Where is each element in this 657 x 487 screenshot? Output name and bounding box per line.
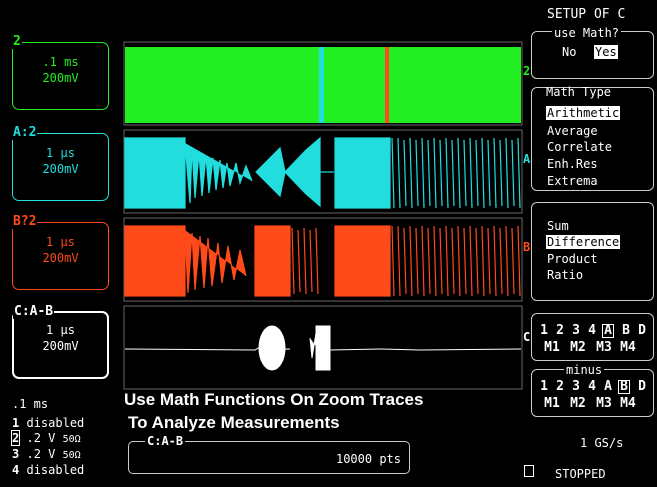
source1-1[interactable]: 1 [536, 323, 552, 338]
source1-2[interactable]: 2 [552, 323, 568, 338]
operation-sum[interactable]: Sum [547, 219, 569, 233]
math-type-extrema[interactable]: Extrema [547, 174, 598, 188]
math-type-arithmetic[interactable]: Arithmetic [546, 106, 621, 120]
source1-M4[interactable]: M4 [618, 340, 638, 355]
trace-B-waveform [124, 225, 521, 297]
channel-row-3[interactable]: 3 .2 V 50Ω [12, 447, 84, 463]
headline-line1: Use Math Functions On Zoom Traces [124, 390, 424, 409]
math-type-title: Math Type [546, 85, 612, 99]
trace-A-timebase: 1 μs [46, 146, 75, 160]
trace-2-descriptor[interactable]: 2 .1 ms 200mV [12, 34, 109, 110]
math-type-correlate[interactable]: Correlate [547, 140, 612, 154]
trace-C-descriptor[interactable]: C:A-B 1 μs 200mV [12, 304, 109, 379]
minus-4[interactable]: 4 [584, 379, 600, 394]
trace-A-marker: A [523, 152, 531, 166]
source1-D[interactable]: D [634, 323, 650, 338]
trace-A-label: A:2 [12, 125, 38, 140]
trace-2-marker: 2 [523, 64, 531, 78]
trace-B-volts: 200mV [42, 251, 79, 265]
trace-B-marker: B [523, 240, 531, 254]
operation-box[interactable]: Sum Difference Product Ratio [531, 202, 654, 301]
trace-2-label: 2 [12, 34, 22, 49]
minus-M2[interactable]: M2 [568, 396, 588, 411]
trace-C-marker: C [523, 330, 531, 344]
trace-C-timebase: 1 μs [46, 323, 75, 337]
trace-A-descriptor[interactable]: A:2 1 μs 200mV [12, 125, 109, 201]
minus-D[interactable]: D [634, 379, 650, 394]
trace-B-descriptor[interactable]: B?2 1 μs 200mV [12, 214, 109, 290]
channel-row-1[interactable]: 1 disabled [12, 416, 84, 431]
minus-M4[interactable]: M4 [618, 396, 638, 411]
menu-title: SETUP OF C [547, 7, 626, 22]
trace-A-volts: 200mV [42, 162, 79, 176]
points-count: 10000 pts [335, 452, 401, 466]
source1-M2[interactable]: M2 [568, 340, 588, 355]
trace-2-timebase: .1 ms [42, 55, 79, 69]
acquisition-status: STOPPED [555, 467, 606, 481]
minus-1[interactable]: 1 [536, 379, 552, 394]
trace-C-label: C:A-B [13, 304, 55, 319]
points-box[interactable]: C:A-B 10000 pts [128, 434, 410, 474]
minus-title: minus [564, 363, 605, 377]
channel-list: 1 disabled 2 .2 V 50Ω 3 .2 V 50Ω 4 disab… [10, 416, 84, 478]
waveform-display[interactable] [120, 38, 540, 393]
use-math-title: use Math? [552, 26, 622, 40]
minus-2[interactable]: 2 [552, 379, 568, 394]
source1-A[interactable]: A [600, 323, 616, 338]
channel-row-4[interactable]: 4 disabled [12, 463, 84, 478]
minus-A[interactable]: A [600, 379, 616, 394]
minus-B[interactable]: B [616, 379, 632, 394]
operation-difference[interactable]: Difference [546, 235, 621, 249]
math-type-box[interactable]: Math Type Arithmetic Average Correlate E… [531, 85, 654, 191]
stopped-indicator-icon [524, 465, 534, 477]
channel-timebase: .1 ms [12, 397, 49, 411]
math-type-enhres[interactable]: Enh.Res [547, 157, 598, 171]
source1-3[interactable]: 3 [568, 323, 584, 338]
source1-4[interactable]: 4 [584, 323, 600, 338]
zoom-marker-A [319, 47, 324, 123]
minus-M1[interactable]: M1 [542, 396, 562, 411]
trace-C-volts: 200mV [42, 339, 79, 353]
points-box-trace: C:A-B [145, 434, 186, 448]
trace-B-label: B?2 [12, 214, 38, 229]
use-math-no[interactable]: No [562, 45, 576, 59]
source1-M1[interactable]: M1 [542, 340, 562, 355]
use-math-box[interactable]: use Math? No Yes [531, 26, 654, 79]
trace-A-waveform [124, 136, 521, 209]
minus-3[interactable]: 3 [568, 379, 584, 394]
trace-C-waveform [124, 325, 522, 371]
channel-row-2[interactable]: 2 .2 V 50Ω [10, 430, 84, 447]
source1-M3[interactable]: M3 [594, 340, 614, 355]
headline-line2: To Analyze Measurements [128, 413, 340, 432]
operation-product[interactable]: Product [547, 252, 598, 266]
source1-B[interactable]: B [618, 323, 634, 338]
trace-2-volts: 200mV [42, 71, 79, 85]
operation-ratio[interactable]: Ratio [547, 268, 583, 282]
zoom-marker-B [385, 47, 389, 123]
minus-M3[interactable]: M3 [594, 396, 614, 411]
trace-B-timebase: 1 μs [46, 235, 75, 249]
math-type-average[interactable]: Average [547, 124, 598, 138]
source1-box[interactable]: 1 2 3 4 A B D M1 M2 M3 M4 [531, 313, 654, 361]
sample-rate: 1 GS/s [580, 436, 624, 450]
minus-box[interactable]: minus 1 2 3 4 A B D M1 M2 M3 M4 [531, 363, 654, 417]
use-math-yes[interactable]: Yes [594, 45, 618, 59]
